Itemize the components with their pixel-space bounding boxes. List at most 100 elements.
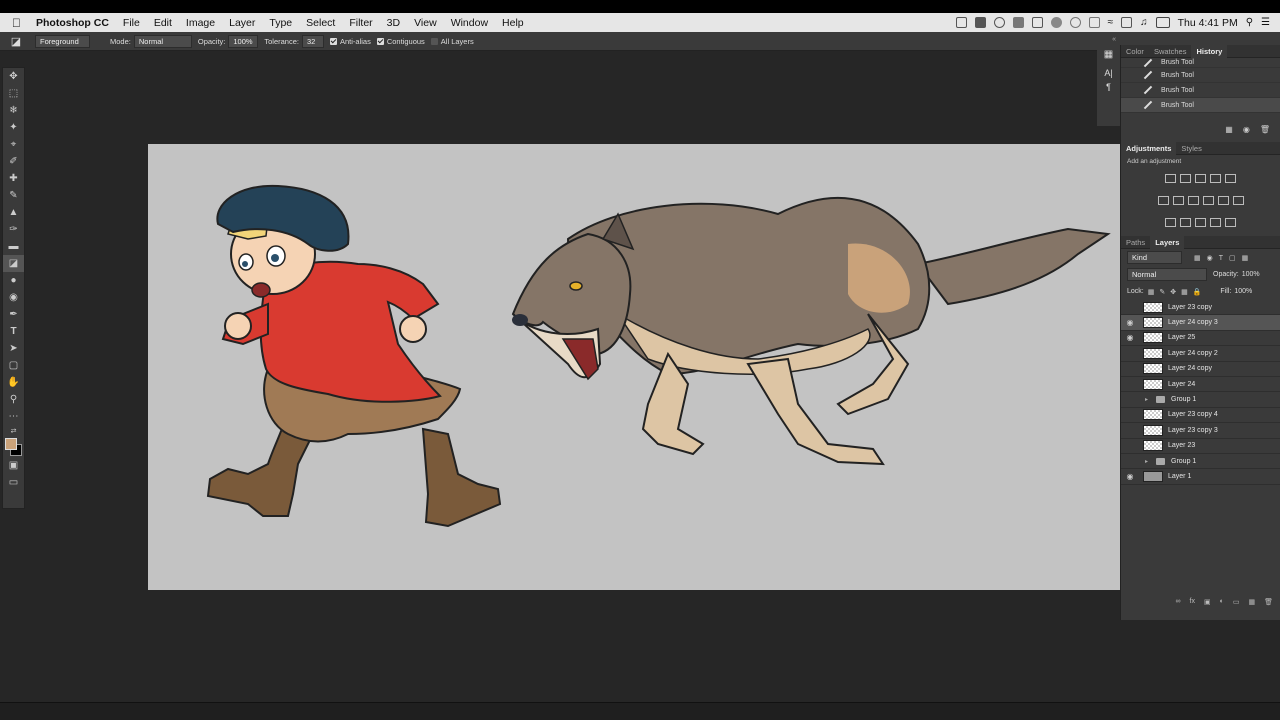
gradient-map-icon[interactable] — [1210, 218, 1221, 227]
foreground-color-swatch[interactable] — [5, 438, 17, 450]
menu-help[interactable]: Help — [502, 17, 524, 29]
new-document-icon[interactable]: ▦ — [1225, 125, 1233, 134]
properties-icon[interactable]: ▦ — [1097, 49, 1120, 60]
creative-cloud-icon[interactable] — [1050, 17, 1062, 28]
hue-saturation-icon[interactable] — [1157, 196, 1169, 205]
layer-row[interactable]: ◉ Layer 25 — [1121, 331, 1280, 347]
bluetooth-icon[interactable] — [1088, 17, 1100, 28]
channel-mixer-icon[interactable] — [1217, 196, 1229, 205]
menu-layer[interactable]: Layer — [229, 17, 255, 29]
layer-row[interactable]: ◉ Layer 24 copy 3 — [1121, 315, 1280, 331]
menu-type[interactable]: Type — [269, 17, 292, 29]
lasso-tool-icon[interactable]: ❄ — [3, 102, 24, 119]
crop-tool-icon[interactable]: ⌖ — [3, 136, 24, 153]
color-lookup-icon[interactable] — [1232, 196, 1244, 205]
shape-tool-icon[interactable]: ▢ — [3, 357, 24, 374]
contiguous-checkbox[interactable] — [376, 37, 384, 45]
group-expand-icon[interactable]: ▸ — [1145, 458, 1148, 465]
display-icon[interactable] — [1031, 17, 1043, 28]
healing-tool-icon[interactable]: ✚ — [3, 170, 24, 187]
history-brush-tool-icon[interactable]: ✑ — [3, 221, 24, 238]
mask-icon[interactable]: ▣ — [1204, 598, 1211, 612]
menu-image[interactable]: Image — [186, 17, 215, 29]
hand-tool-icon[interactable]: ✋ — [3, 374, 24, 391]
marquee-tool-icon[interactable]: ⬚ — [3, 85, 24, 102]
history-item[interactable]: Brush Tool — [1121, 68, 1280, 83]
threshold-icon[interactable] — [1195, 218, 1206, 227]
layer-row[interactable]: Layer 23 copy 3 — [1121, 423, 1280, 439]
blur-tool-icon[interactable]: ● — [3, 272, 24, 289]
app-menu[interactable]: Photoshop CC — [36, 17, 109, 29]
layer-row[interactable]: ◉ Layer 1 — [1121, 469, 1280, 485]
menu-filter[interactable]: Filter — [349, 17, 372, 29]
dropbox-icon[interactable] — [974, 17, 986, 28]
fill-source-select[interactable]: Foreground — [35, 34, 90, 48]
tab-swatches[interactable]: Swatches — [1149, 47, 1192, 56]
snapshot-icon[interactable]: ◉ — [1243, 125, 1250, 134]
new-group-icon[interactable]: ▭ — [1233, 598, 1240, 612]
visibility-eye-icon[interactable]: ◉ — [1121, 333, 1139, 342]
exposure-icon[interactable] — [1210, 174, 1221, 183]
color-balance-icon[interactable] — [1172, 196, 1184, 205]
tolerance-input[interactable]: 32 — [301, 34, 324, 48]
invert-icon[interactable] — [1165, 218, 1176, 227]
all-layers-checkbox[interactable] — [430, 37, 438, 45]
screen-mode-icon[interactable]: ▭ — [3, 474, 24, 491]
screen-icon[interactable] — [955, 17, 967, 28]
lock-icons[interactable]: ▦✎✥▦🔒 — [1148, 288, 1207, 296]
wifi-icon[interactable]: ≈ — [1108, 17, 1114, 28]
black-white-icon[interactable] — [1187, 196, 1199, 205]
layer-row[interactable]: Layer 24 — [1121, 377, 1280, 393]
layer-row[interactable]: Layer 23 copy — [1121, 300, 1280, 316]
tab-styles[interactable]: Styles — [1176, 144, 1206, 153]
volume-icon[interactable]: ♫ — [1140, 17, 1148, 28]
kind-filter-select[interactable]: Kind — [1127, 251, 1182, 264]
layer-opacity-value[interactable]: 100% — [1242, 271, 1260, 278]
tab-history[interactable]: History — [1191, 44, 1228, 58]
visibility-eye-icon[interactable]: ◉ — [1121, 472, 1139, 481]
layer-group-row[interactable]: ▸ Group 1 — [1121, 392, 1280, 408]
apple-menu-icon[interactable]:  — [12, 16, 26, 30]
adjustment-layer-icon[interactable]: ◐ — [1220, 598, 1224, 612]
tab-paths[interactable]: Paths — [1121, 238, 1150, 247]
quick-select-tool-icon[interactable]: ✦ — [3, 119, 24, 136]
canvas[interactable] — [148, 144, 1120, 590]
eyedropper-tool-icon[interactable]: ✐ — [3, 153, 24, 170]
delete-layer-icon[interactable]: 🗑 — [1264, 598, 1273, 612]
history-item[interactable]: Brush Tool — [1121, 83, 1280, 98]
menu-3d[interactable]: 3D — [387, 17, 400, 29]
paint-bucket-tool-icon[interactable]: ◪ — [3, 255, 24, 272]
tab-layers[interactable]: Layers — [1150, 235, 1185, 249]
curves-icon[interactable] — [1195, 174, 1206, 183]
mode-select[interactable]: Normal — [133, 34, 192, 48]
filter-type-icons[interactable]: ▦◉T▢▦ — [1194, 254, 1254, 262]
collapse-icon[interactable]: « — [1097, 36, 1120, 43]
menu-window[interactable]: Window — [451, 17, 488, 29]
tab-adjustments[interactable]: Adjustments — [1121, 141, 1177, 155]
visibility-eye-icon[interactable]: ◉ — [1121, 318, 1139, 327]
more-tools-icon[interactable]: ⋯ — [3, 408, 24, 425]
move-tool-icon[interactable]: ✥ — [3, 68, 24, 85]
link-icon[interactable]: ∞ — [1176, 598, 1181, 612]
fx-icon[interactable]: fx — [1190, 598, 1195, 612]
evernote-icon[interactable] — [1012, 17, 1024, 28]
stamp-tool-icon[interactable]: ▲ — [3, 204, 24, 221]
paint-bucket-preset-icon[interactable]: ◪ — [0, 35, 32, 48]
posterize-icon[interactable] — [1180, 218, 1191, 227]
menu-view[interactable]: View — [414, 17, 437, 29]
levels-icon[interactable] — [1180, 174, 1191, 183]
quick-mask-icon[interactable]: ▣ — [3, 457, 24, 474]
fill-value[interactable]: 100% — [1234, 288, 1252, 295]
notification-icon[interactable]: ☰ — [1261, 17, 1270, 28]
selective-color-icon[interactable] — [1225, 218, 1236, 227]
vibrance-icon[interactable] — [1225, 174, 1236, 183]
battery-icon[interactable] — [1155, 17, 1170, 28]
blend-mode-select[interactable]: Normal — [1127, 268, 1207, 281]
opacity-input[interactable]: 100% — [228, 34, 259, 48]
flag-icon[interactable] — [1121, 17, 1133, 28]
swap-colors-icon[interactable]: ⇄ — [3, 425, 24, 437]
menu-file[interactable]: File — [123, 17, 140, 29]
history-item-selected[interactable]: Brush Tool — [1121, 98, 1280, 113]
timemachine-icon[interactable] — [1069, 17, 1081, 28]
brush-tool-icon[interactable]: ✎ — [3, 187, 24, 204]
